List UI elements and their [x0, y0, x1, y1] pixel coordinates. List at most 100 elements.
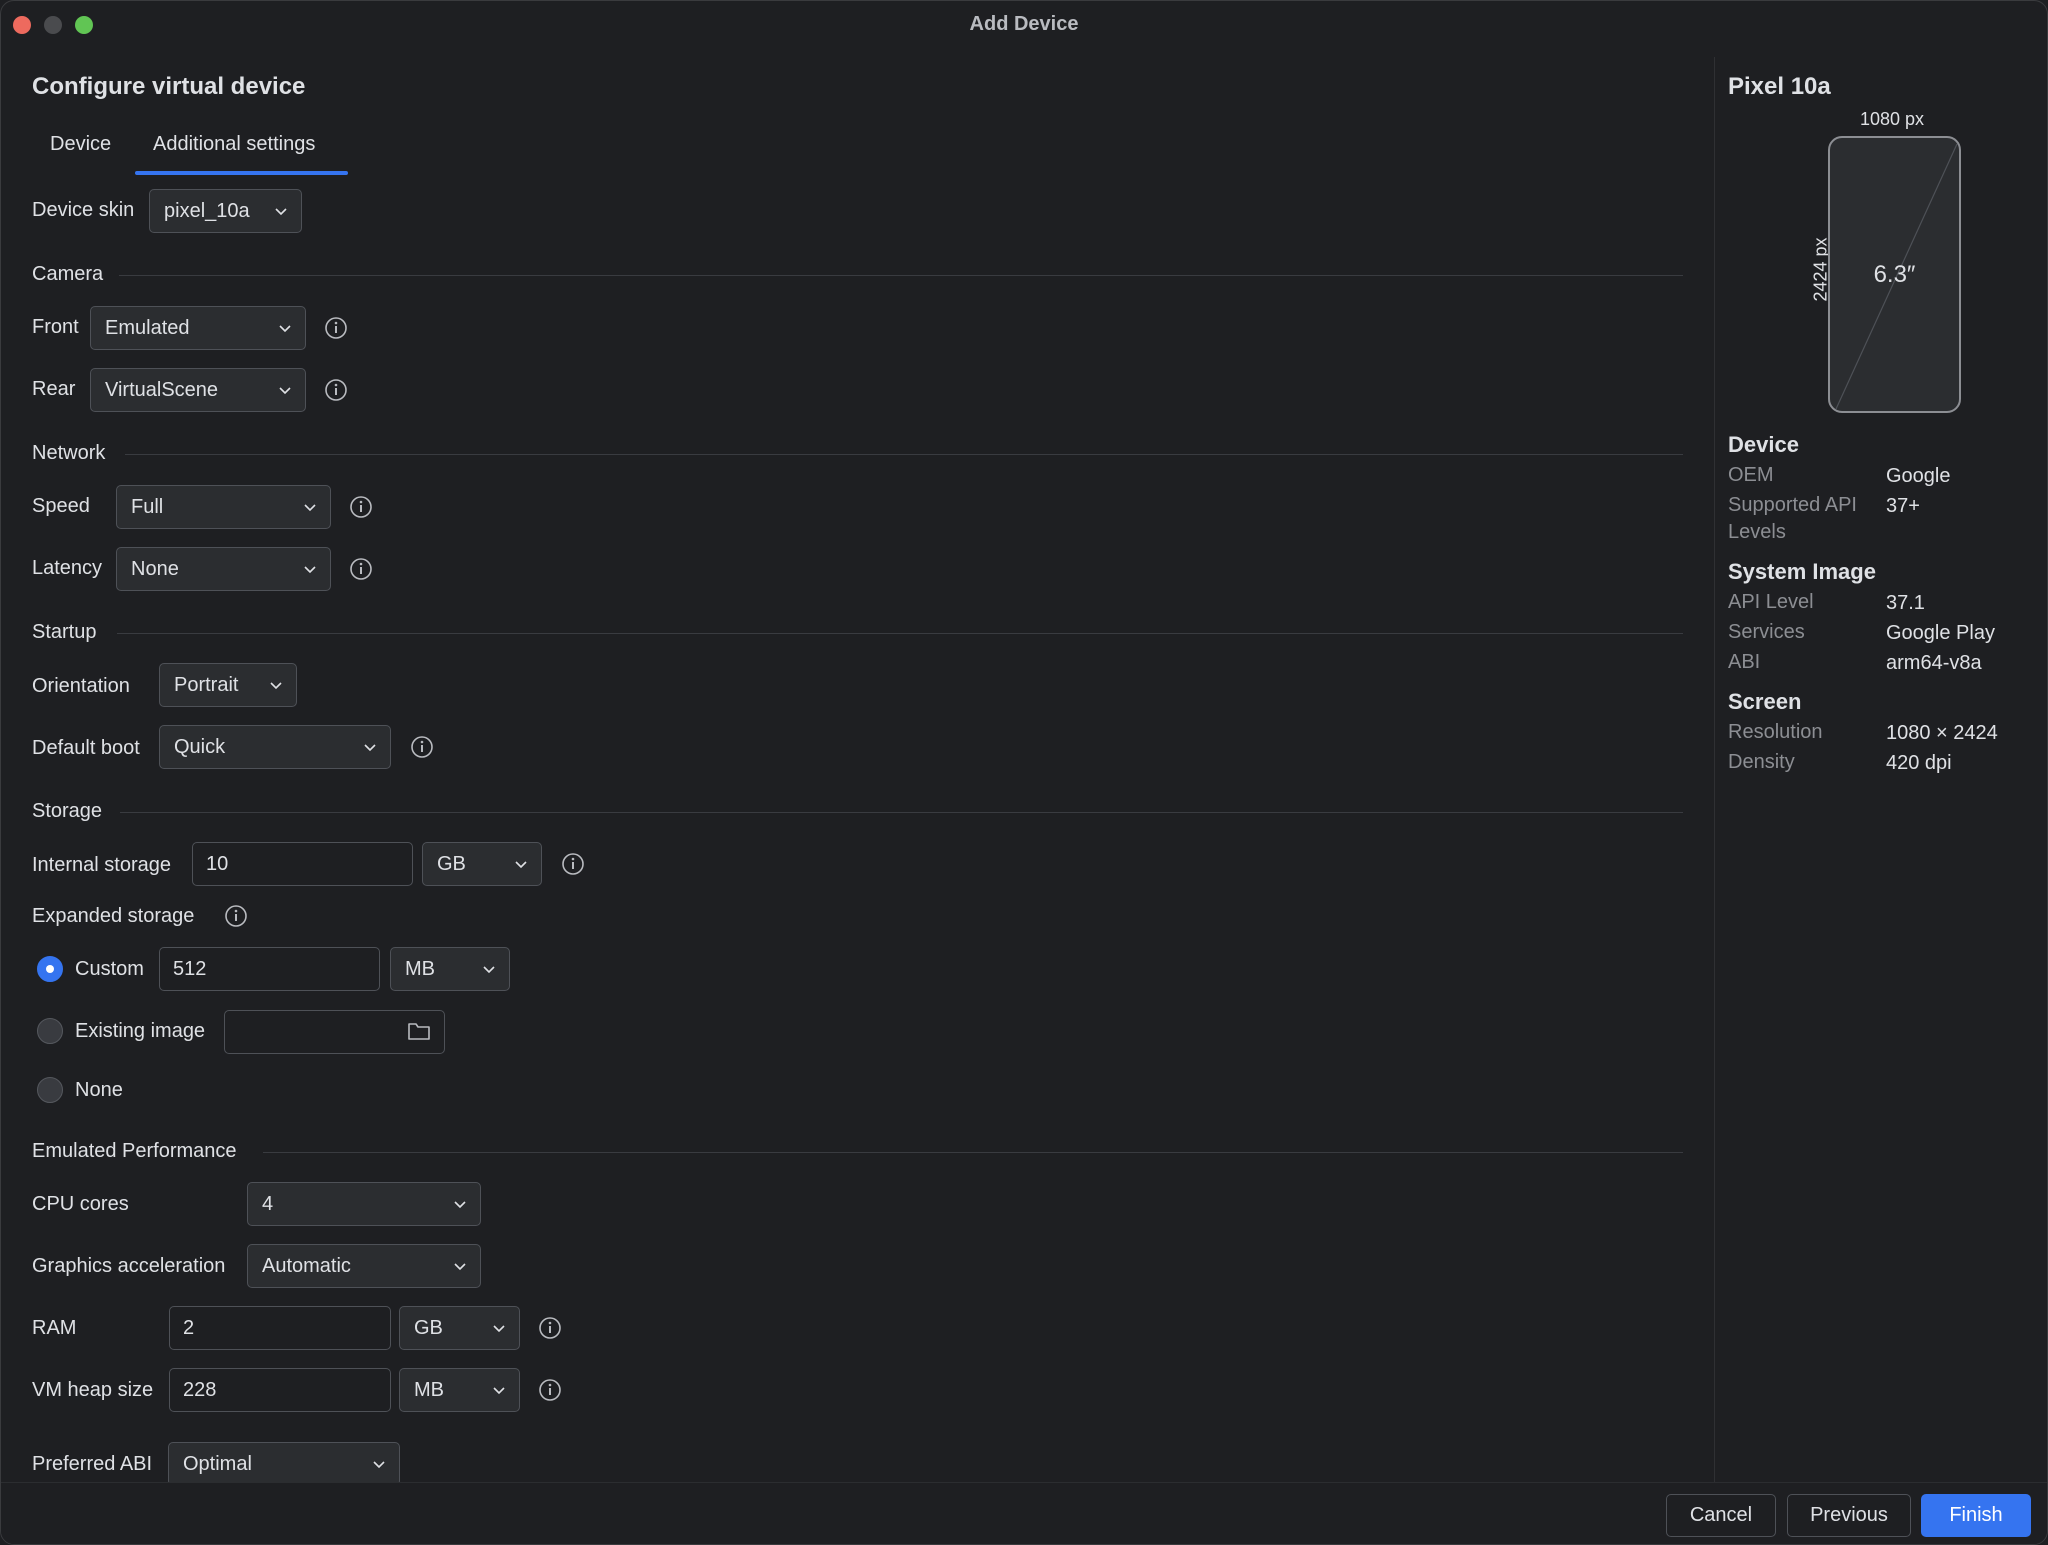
- density-value: 420 dpi: [1886, 752, 1952, 774]
- chevron-down-icon: [493, 1325, 505, 1333]
- front-camera-label: Front: [32, 316, 79, 338]
- chevron-down-icon: [304, 566, 316, 574]
- cpu-cores-value: 4: [262, 1193, 274, 1215]
- chevron-down-icon: [270, 682, 282, 690]
- info-icon[interactable]: [410, 735, 434, 759]
- no-expanded-storage-radio[interactable]: [37, 1077, 63, 1103]
- oem-label: OEM: [1728, 464, 1774, 486]
- tab-additional-settings[interactable]: Additional settings: [153, 133, 315, 156]
- info-icon[interactable]: [561, 852, 585, 876]
- performance-section-title: Emulated Performance: [32, 1140, 237, 1162]
- cpu-cores-dropdown[interactable]: 4: [247, 1182, 481, 1226]
- ram-input[interactable]: 2: [169, 1306, 391, 1350]
- tab-device[interactable]: Device: [50, 133, 111, 156]
- ram-unit-dropdown[interactable]: GB: [399, 1306, 520, 1350]
- rear-camera-value: VirtualScene: [105, 379, 219, 401]
- storage-section-title: Storage: [32, 800, 103, 822]
- device-skin-label: Device skin: [32, 199, 135, 221]
- density-label: Density: [1728, 751, 1795, 773]
- internal-storage-unit-value: GB: [437, 853, 466, 875]
- services-value: Google Play: [1886, 622, 1995, 644]
- graphics-acceleration-dropdown[interactable]: Automatic: [247, 1244, 481, 1288]
- internal-storage-unit-dropdown[interactable]: GB: [422, 842, 542, 886]
- vm-heap-size-label: VM heap size: [32, 1379, 154, 1401]
- cpu-cores-label: CPU cores: [32, 1193, 129, 1215]
- default-boot-value: Quick: [174, 736, 226, 758]
- info-icon[interactable]: [349, 495, 373, 519]
- custom-storage-unit-dropdown[interactable]: MB: [390, 947, 510, 991]
- vm-heap-unit-dropdown[interactable]: MB: [399, 1368, 520, 1412]
- chevron-down-icon: [279, 325, 291, 333]
- previous-button[interactable]: Previous: [1787, 1494, 1911, 1537]
- storage-divider: [120, 812, 1683, 813]
- info-icon[interactable]: [224, 904, 248, 928]
- device-properties-heading: Device: [1728, 432, 1799, 457]
- info-icon[interactable]: [324, 378, 348, 402]
- info-icon[interactable]: [349, 557, 373, 581]
- rear-camera-label: Rear: [32, 378, 76, 400]
- preview-width-label: 1080 px: [1860, 109, 1925, 129]
- graphics-acceleration-label: Graphics acceleration: [32, 1255, 226, 1277]
- latency-value: None: [131, 558, 179, 580]
- chevron-down-icon: [304, 504, 316, 512]
- default-boot-dropdown[interactable]: Quick: [159, 725, 391, 769]
- phone-outline: 6.3″: [1828, 136, 1961, 413]
- screen-heading: Screen: [1728, 689, 1802, 714]
- custom-storage-input[interactable]: 512: [159, 947, 380, 991]
- no-expanded-storage-label: None: [75, 1079, 123, 1101]
- custom-storage-label: Custom: [75, 958, 144, 980]
- cancel-button[interactable]: Cancel: [1666, 1494, 1776, 1537]
- network-section-title: Network: [32, 442, 106, 464]
- preview-screen-size: 6.3″: [1873, 261, 1916, 288]
- camera-section-title: Camera: [32, 263, 104, 285]
- device-skin-dropdown[interactable]: pixel_10a: [149, 189, 302, 233]
- graphics-acceleration-value: Automatic: [262, 1255, 351, 1277]
- ram-label: RAM: [32, 1317, 77, 1339]
- title-bar: Add Device: [1, 1, 2047, 49]
- folder-icon[interactable]: [407, 1020, 431, 1042]
- chevron-down-icon: [493, 1387, 505, 1395]
- front-camera-dropdown[interactable]: Emulated: [90, 306, 306, 350]
- add-device-dialog: Add Device Configure virtual device Devi…: [0, 0, 2048, 1545]
- speed-label: Speed: [32, 495, 90, 517]
- startup-divider: [117, 633, 1683, 634]
- page-title: Configure virtual device: [32, 73, 306, 100]
- preferred-abi-label: Preferred ABI: [32, 1453, 153, 1475]
- internal-storage-input[interactable]: 10: [192, 842, 413, 886]
- finish-button[interactable]: Finish: [1921, 1494, 2031, 1537]
- abi-label: ABI: [1728, 651, 1761, 673]
- chevron-down-icon: [454, 1201, 466, 1209]
- expanded-storage-label: Expanded storage: [32, 905, 195, 927]
- existing-image-radio[interactable]: [37, 1018, 63, 1044]
- device-skin-value: pixel_10a: [164, 200, 250, 222]
- chevron-down-icon: [483, 966, 495, 974]
- custom-storage-unit-value: MB: [405, 958, 435, 980]
- vm-heap-size-input[interactable]: 228: [169, 1368, 391, 1412]
- ram-unit-value: GB: [414, 1317, 443, 1339]
- window-title: Add Device: [969, 13, 1079, 35]
- supported-api-label: Supported API Levels: [1728, 494, 1857, 543]
- speed-value: Full: [131, 496, 164, 518]
- preview-device-name: Pixel 10a: [1728, 73, 1831, 100]
- preferred-abi-dropdown[interactable]: Optimal: [168, 1442, 400, 1486]
- orientation-dropdown[interactable]: Portrait: [159, 663, 297, 707]
- network-divider: [125, 454, 1683, 455]
- speed-dropdown[interactable]: Full: [116, 485, 331, 529]
- info-icon[interactable]: [538, 1378, 562, 1402]
- oem-value: Google: [1886, 465, 1951, 487]
- latency-dropdown[interactable]: None: [116, 547, 331, 591]
- chevron-down-icon: [454, 1263, 466, 1271]
- latency-label: Latency: [32, 557, 103, 579]
- performance-divider: [263, 1152, 1683, 1153]
- chevron-down-icon: [515, 861, 527, 869]
- info-icon[interactable]: [538, 1316, 562, 1340]
- custom-storage-radio[interactable]: [37, 956, 63, 982]
- info-icon[interactable]: [324, 316, 348, 340]
- supported-api-value: 37+: [1886, 495, 1920, 517]
- front-camera-value: Emulated: [105, 317, 190, 339]
- camera-divider: [119, 275, 1683, 276]
- selected-tab-indicator: [135, 171, 348, 175]
- rear-camera-dropdown[interactable]: VirtualScene: [90, 368, 306, 412]
- api-level-label: API Level: [1728, 591, 1814, 613]
- orientation-label: Orientation: [32, 675, 130, 697]
